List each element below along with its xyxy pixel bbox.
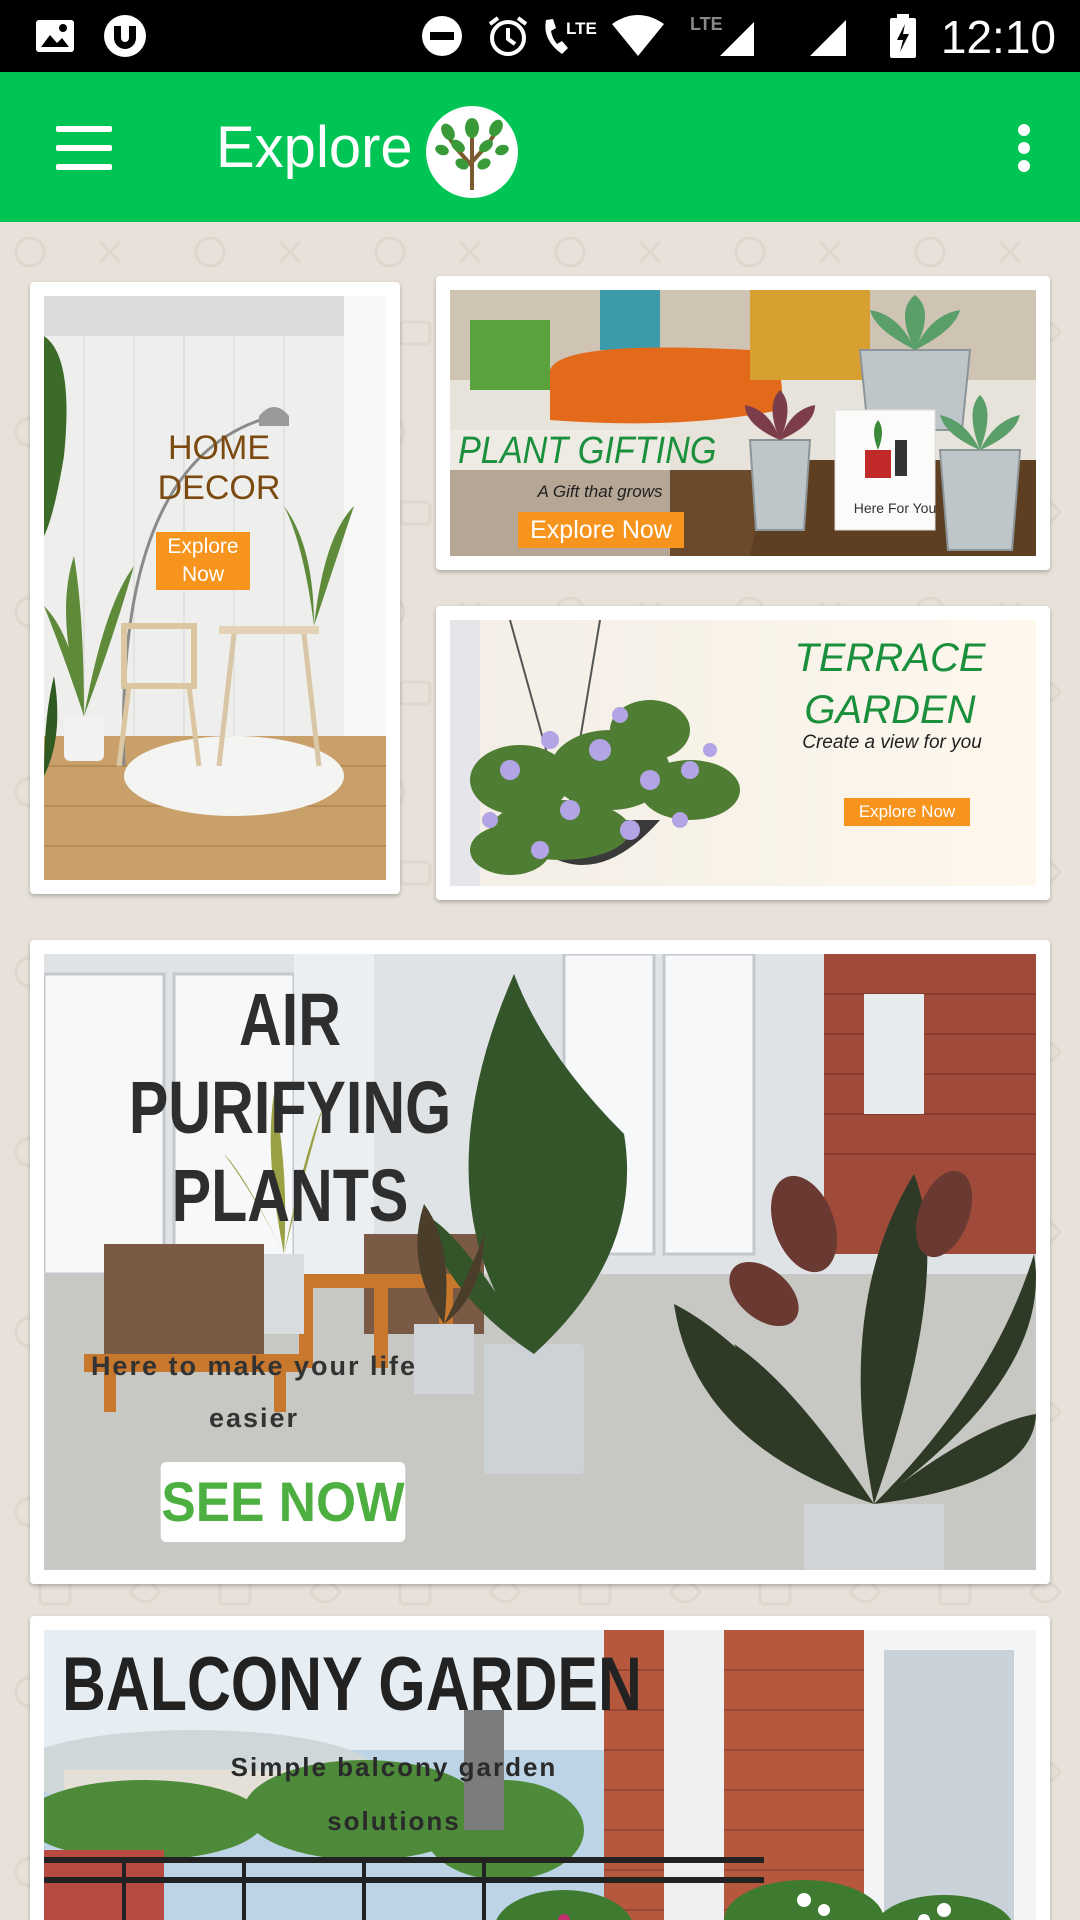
air-purifying-card[interactable]: AIR PURIFYING PLANTS Here to make your l…	[30, 940, 1050, 1584]
wifi-icon	[612, 15, 664, 56]
signal-strength-icon	[810, 20, 846, 56]
air-purifying-subtitle: Here to make your life easier	[84, 1340, 424, 1444]
status-time: 12:10	[940, 11, 1056, 63]
balcony-garden-banner: BALCONY GARDEN Simple balcony garden sol…	[44, 1630, 1036, 1920]
balcony-garden-title: BALCONY GARDEN	[62, 1642, 642, 1727]
home-decor-title-line1: HOME	[168, 429, 270, 467]
svg-text:LTE: LTE	[566, 19, 597, 38]
plant-gifting-title: PLANT GIFTING	[458, 430, 717, 472]
app-bar: Explore	[0, 72, 1080, 222]
torrent-app-icon	[104, 15, 146, 57]
air-purifying-title-line1: AIR PURIFYING	[128, 978, 452, 1149]
plant-gifting-explore-button[interactable]: Explore Now	[518, 512, 684, 548]
see-now-button[interactable]: SEE NOW	[160, 1462, 406, 1542]
air-purifying-subtitle-line1: Here to make your life	[90, 1351, 418, 1381]
balcony-garden-subtitle: Simple balcony garden solutions	[184, 1740, 604, 1848]
alarm-icon	[488, 16, 528, 56]
terrace-garden-title-line1: TERRACE	[794, 636, 986, 680]
page-title: Explore	[216, 115, 413, 180]
battery-charging-icon	[890, 14, 916, 58]
plant-gifting-subtitle: A Gift that grows	[537, 482, 663, 501]
balcony-garden-card[interactable]: BALCONY GARDEN Simple balcony garden sol…	[30, 1616, 1050, 1920]
plant-gifting-card-text: Here For You	[853, 500, 937, 516]
balcony-garden-subtitle-line1: Simple balcony garden	[230, 1752, 558, 1782]
svg-text:LTE: LTE	[690, 14, 723, 34]
air-purifying-title: AIR PURIFYING PLANTS	[106, 976, 474, 1240]
plant-gifting-card[interactable]: PLANT GIFTING A Gift that grows Explore …	[436, 276, 1050, 570]
air-purifying-banner: AIR PURIFYING PLANTS Here to make your l…	[44, 954, 1036, 1570]
terrace-garden-title: TERRACE GARDEN	[780, 632, 1000, 736]
hamburger-menu-icon[interactable]	[40, 112, 128, 184]
balcony-garden-subtitle-line2: solutions	[327, 1806, 461, 1836]
do-not-disturb-icon	[422, 16, 462, 56]
terrace-garden-subtitle: Create a view for you	[802, 732, 982, 753]
volte-call-icon: LTE	[545, 19, 597, 54]
home-decor-banner: HOME DECOR Explore Now	[44, 296, 386, 880]
terrace-garden-banner: TERRACE GARDEN Create a view for you Exp…	[450, 620, 1036, 886]
home-decor-cta-line2: Now	[181, 563, 224, 586]
home-decor-card[interactable]: HOME DECOR Explore Now	[30, 282, 400, 894]
home-decor-explore-button[interactable]: Explore Now	[156, 532, 250, 590]
more-vert-icon[interactable]	[996, 112, 1052, 184]
home-decor-title-line2: DECOR	[157, 469, 281, 507]
gallery-icon	[36, 20, 74, 52]
status-bar: LTE LTE 12:10	[0, 0, 1080, 72]
plant-gifting-banner: PLANT GIFTING A Gift that grows Explore …	[450, 290, 1036, 556]
terrace-garden-card[interactable]: TERRACE GARDEN Create a view for you Exp…	[436, 606, 1050, 900]
home-decor-title: HOME DECOR	[104, 428, 334, 508]
tree-logo-icon	[426, 106, 518, 198]
air-purifying-title-line2: PLANTS	[171, 1154, 409, 1237]
terrace-garden-title-line2: GARDEN	[804, 688, 976, 732]
lte-signal-icon: LTE	[690, 14, 754, 56]
terrace-garden-explore-button[interactable]: Explore Now	[844, 798, 970, 826]
home-decor-cta-line1: Explore	[167, 535, 239, 558]
air-purifying-subtitle-line2: easier	[208, 1403, 300, 1433]
